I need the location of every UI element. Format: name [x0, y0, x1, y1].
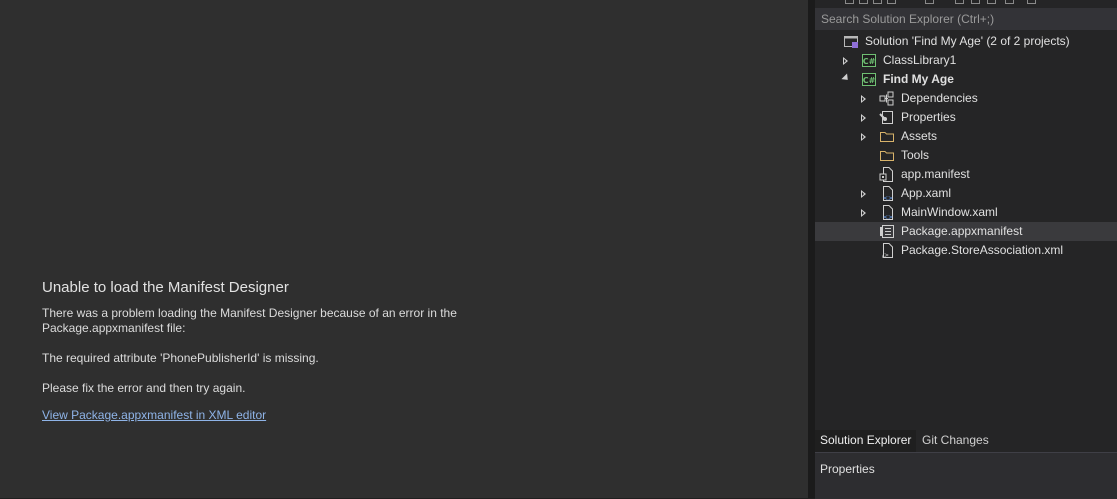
tree-item-label: Properties: [901, 110, 956, 124]
solution-tree: Solution 'Find My Age' (2 of 2 projects)…: [815, 32, 1117, 260]
expand-chevron-icon[interactable]: [861, 95, 866, 103]
solution-explorer-panel: Solution 'Find My Age' (2 of 2 projects)…: [815, 0, 1117, 498]
properties-panel: Properties: [815, 452, 1117, 499]
tree-item-label: Package.appxmanifest: [901, 224, 1023, 238]
csharp-project-icon: C#: [861, 53, 877, 68]
error-detail: The required attribute 'PhonePublisherId…: [42, 351, 319, 365]
svg-text:C#: C#: [863, 57, 876, 66]
svg-text:<>: <>: [883, 214, 893, 220]
tree-item[interactable]: Package.appxmanifest: [815, 222, 1117, 241]
expand-chevron-icon[interactable]: [861, 190, 866, 198]
tree-item-label: Find My Age: [883, 72, 954, 86]
properties-icon: [879, 110, 895, 125]
tree-item[interactable]: Solution 'Find My Age' (2 of 2 projects): [815, 32, 1117, 51]
appxmanifest-file-icon: [879, 224, 895, 239]
tree-item[interactable]: Dependencies: [815, 89, 1117, 108]
toolbar-button[interactable]: [845, 0, 854, 4]
solution-explorer-search-input[interactable]: [815, 8, 1117, 30]
dependencies-icon: [879, 91, 895, 106]
tree-item-label: Dependencies: [901, 91, 978, 105]
svg-text:/>: />: [882, 252, 889, 258]
toolbar-button[interactable]: [971, 0, 980, 4]
toolbar-button[interactable]: [1027, 0, 1036, 4]
expand-chevron-icon[interactable]: [861, 209, 866, 217]
solution-explorer-tabs: Solution Explorer Git Changes: [815, 430, 1117, 452]
toolbar-button[interactable]: [925, 0, 934, 4]
tree-item[interactable]: C# ClassLibrary1: [815, 51, 1117, 70]
tree-item[interactable]: Tools: [815, 146, 1117, 165]
csharp-project-icon: C#: [861, 72, 877, 87]
tree-item[interactable]: <> App.xaml: [815, 184, 1117, 203]
folder-icon: [879, 148, 895, 163]
tree-item-label: app.manifest: [901, 167, 970, 181]
properties-panel-title: Properties: [820, 462, 875, 476]
tree-item[interactable]: C# Find My Age: [815, 70, 1117, 89]
designer-error-message: Unable to load the Manifest Designer The…: [42, 279, 502, 424]
tree-item-label: App.xaml: [901, 186, 952, 200]
error-title: Unable to load the Manifest Designer: [42, 279, 289, 296]
solution-icon: [843, 34, 859, 49]
expand-chevron-icon[interactable]: [861, 114, 866, 122]
toolbar-button[interactable]: [987, 0, 996, 4]
tree-item[interactable]: Assets: [815, 127, 1117, 146]
folder-icon: [879, 129, 895, 144]
tree-item-label: MainWindow.xaml: [901, 205, 998, 219]
toolbar-button[interactable]: [859, 0, 868, 4]
manifest-designer-pane: Unable to load the Manifest Designer The…: [0, 0, 808, 498]
view-in-xml-editor-link[interactable]: View Package.appxmanifest in XML editor: [42, 408, 266, 422]
xaml-file-icon: <>: [879, 186, 895, 202]
tab-solution-explorer[interactable]: Solution Explorer: [815, 430, 917, 452]
manifest-file-icon: [879, 167, 895, 182]
tree-item-label: ClassLibrary1: [883, 53, 957, 67]
tree-item-label: Solution 'Find My Age' (2 of 2 projects): [865, 34, 1070, 48]
svg-text:<>: <>: [883, 195, 893, 201]
toolbar-button[interactable]: [1005, 0, 1014, 4]
tree-item-label: Assets: [901, 129, 938, 143]
expand-chevron-icon[interactable]: [843, 57, 848, 65]
tree-item[interactable]: /> Package.StoreAssociation.xml: [815, 241, 1117, 260]
xaml-file-icon: <>: [879, 205, 895, 221]
toolbar-button[interactable]: [955, 0, 964, 4]
tab-git-changes[interactable]: Git Changes: [917, 430, 994, 450]
error-body-line: Package.appxmanifest file:: [42, 321, 186, 335]
collapse-chevron-icon[interactable]: [841, 73, 851, 83]
error-body: There was a problem loading the Manifest…: [42, 306, 502, 336]
toolbar-button[interactable]: [873, 0, 882, 4]
tree-item-label: Tools: [901, 148, 930, 162]
toolbar-button[interactable]: [887, 0, 896, 4]
tree-item-label: Package.StoreAssociation.xml: [901, 243, 1064, 257]
expand-chevron-icon[interactable]: [861, 133, 866, 141]
error-instruction: Please fix the error and then try again.: [42, 381, 246, 395]
solution-explorer-toolbar: [815, 0, 1117, 6]
svg-text:C#: C#: [863, 76, 876, 85]
tree-item[interactable]: <> MainWindow.xaml: [815, 203, 1117, 222]
error-body-line: There was a problem loading the Manifest…: [42, 306, 457, 320]
xml-file-icon: />: [879, 243, 895, 259]
pane-splitter[interactable]: [808, 0, 815, 498]
tree-item[interactable]: Properties: [815, 108, 1117, 127]
tree-item[interactable]: app.manifest: [815, 165, 1117, 184]
